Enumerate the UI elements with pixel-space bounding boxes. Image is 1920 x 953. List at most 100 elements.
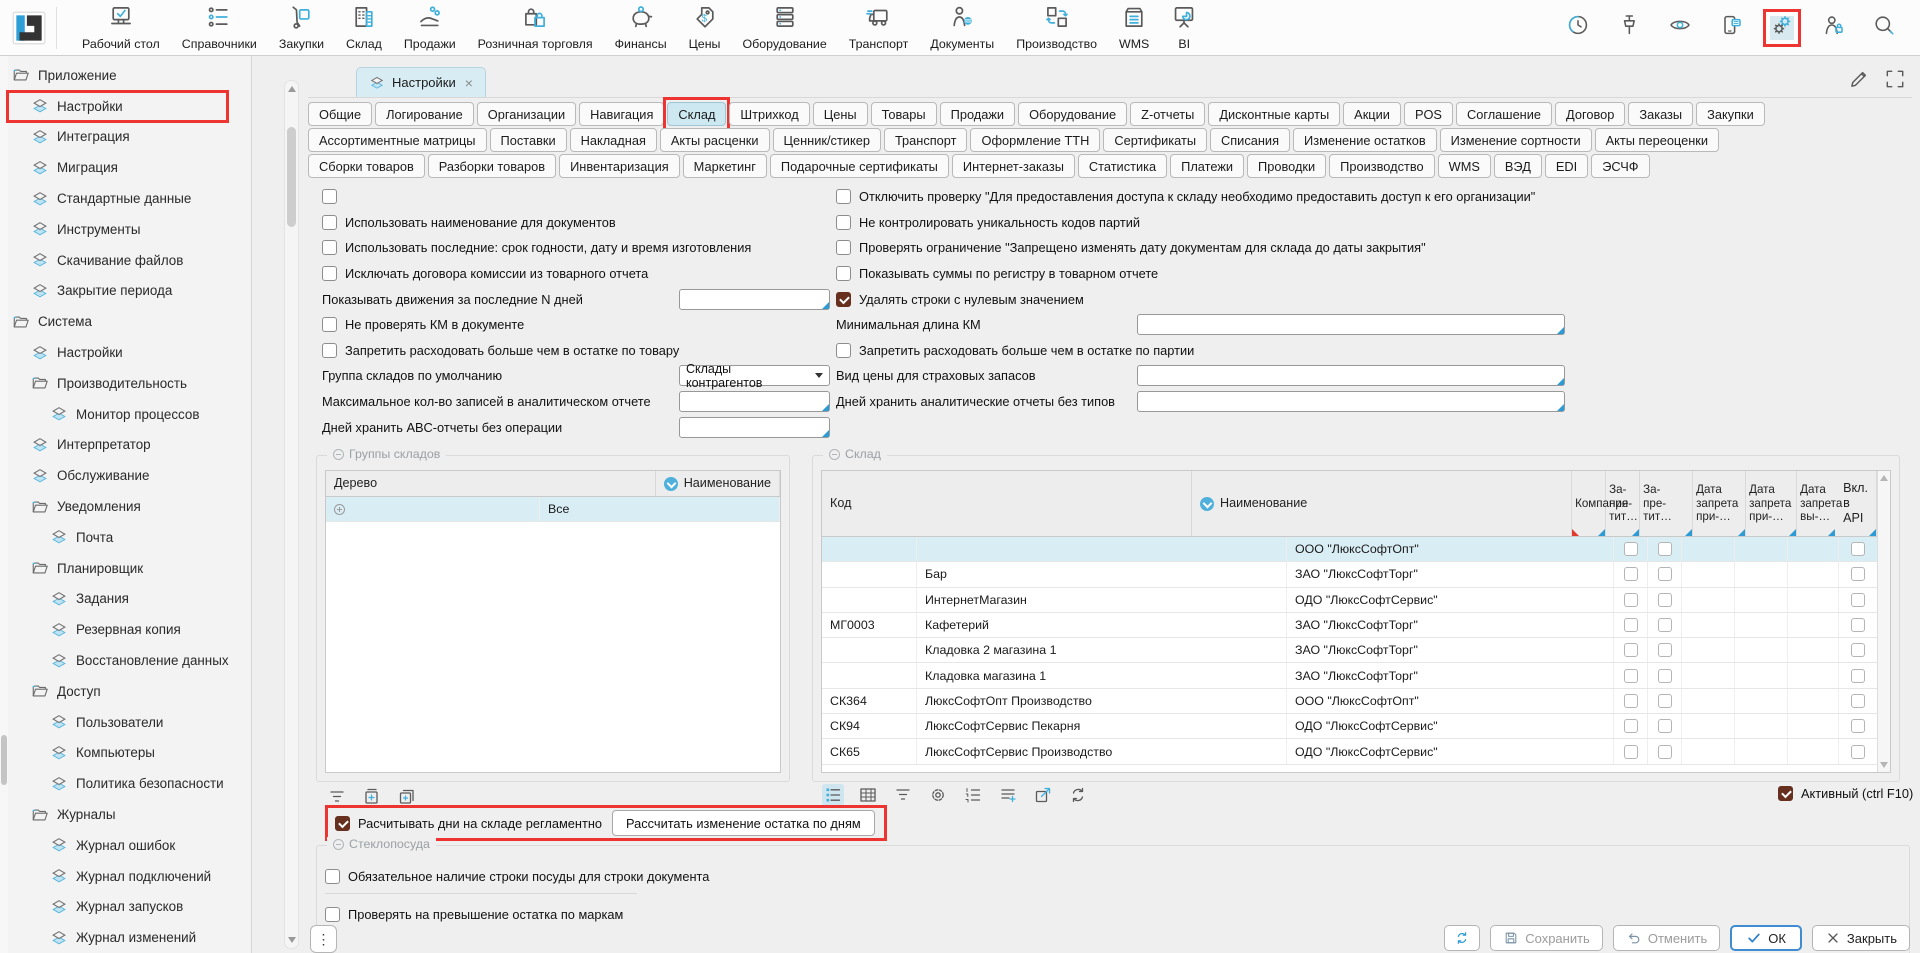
tab[interactable]: Ассортиментные матрицы [308, 128, 487, 152]
export-icon[interactable] [1032, 784, 1054, 806]
module-button[interactable]: Документы [919, 0, 1005, 55]
tab[interactable]: Склад [667, 102, 726, 126]
sidebar-item[interactable]: Политика безопасности [0, 768, 251, 799]
sidebar-item[interactable]: Интерпретатор [0, 430, 251, 461]
module-button[interactable]: Производство [1005, 0, 1108, 55]
table-row[interactable]: СК364 ЛюксСофтОпт Производство ООО "Люкс… [822, 689, 1877, 714]
show-register-sums-checkbox[interactable] [836, 266, 851, 281]
expand-node-icon[interactable] [334, 504, 345, 515]
tab[interactable]: Интернет-заказы [952, 154, 1075, 178]
api-enabled-checkbox[interactable] [1851, 719, 1865, 733]
restrict-issue-checkbox[interactable] [1658, 618, 1672, 632]
restrict-issue-checkbox[interactable] [1658, 643, 1672, 657]
column-header[interactable]: Код [822, 471, 1192, 536]
api-enabled-checkbox[interactable] [1851, 643, 1865, 657]
sidebar-item[interactable]: Производительность [0, 368, 251, 399]
check-date-restriction-checkbox[interactable] [836, 240, 851, 255]
quick-action-button[interactable] [1566, 16, 1590, 40]
restrict-date-cell[interactable] [1788, 714, 1839, 738]
tab[interactable]: Акции [1343, 102, 1401, 126]
sidebar-item[interactable]: Задания [0, 584, 251, 615]
module-button[interactable]: Закупки [268, 0, 335, 55]
document-tab-settings[interactable]: Настройки × [356, 67, 486, 97]
restrict-date-cell[interactable] [1682, 613, 1735, 637]
scroll-down-icon[interactable] [1880, 762, 1888, 768]
sidebar-item[interactable]: Восстановление данных [0, 645, 251, 676]
restrict-receipt-checkbox[interactable] [1624, 542, 1638, 556]
sidebar-item[interactable]: Планировщик [0, 553, 251, 584]
add-row-icon[interactable] [997, 784, 1019, 806]
restrict-date-cell[interactable] [1682, 663, 1735, 687]
tab[interactable]: ВЭД [1494, 154, 1542, 178]
sidebar-item[interactable]: Журнал изменений [0, 922, 251, 953]
sort-icon[interactable] [664, 477, 678, 491]
tab[interactable]: Соглашение [1456, 102, 1552, 126]
sidebar-item[interactable]: Компьютеры [0, 738, 251, 769]
forbid-overspend-by-item-checkbox[interactable] [322, 343, 337, 358]
quick-action-button[interactable] [1770, 16, 1794, 40]
quick-action-button[interactable] [1821, 16, 1845, 40]
tab[interactable]: Товары [871, 102, 937, 126]
use-last-expiry-checkbox[interactable] [322, 240, 337, 255]
restrict-date-cell[interactable] [1735, 613, 1788, 637]
disable-access-check-checkbox[interactable] [836, 189, 851, 204]
module-button[interactable]: Рабочий стол [71, 0, 171, 55]
restrict-issue-checkbox[interactable] [1658, 593, 1672, 607]
restrict-date-cell[interactable] [1788, 588, 1839, 612]
sidebar-item[interactable]: Миграция [0, 152, 251, 183]
tab[interactable]: Ценник/стикер [773, 128, 881, 152]
delete-zero-rows-checkbox[interactable] [836, 292, 851, 307]
table-row[interactable]: Все [326, 497, 780, 522]
sidebar-item[interactable]: Резервная копия [0, 614, 251, 645]
tab[interactable]: Акты расценки [660, 128, 770, 152]
restrict-date-cell[interactable] [1735, 638, 1788, 662]
api-enabled-checkbox[interactable] [1851, 593, 1865, 607]
calc-balance-change-button[interactable]: Рассчитать изменение остатка по дням [612, 810, 875, 836]
app-logo[interactable] [10, 9, 48, 47]
api-enabled-checkbox[interactable] [1851, 694, 1865, 708]
restrict-date-cell[interactable] [1682, 638, 1735, 662]
tab[interactable]: Разборки товаров [428, 154, 556, 178]
restrict-date-cell[interactable] [1788, 689, 1839, 713]
api-enabled-checkbox[interactable] [1851, 542, 1865, 556]
restrict-date-cell[interactable] [1735, 689, 1788, 713]
default-warehouse-group-select[interactable]: Склады контрагентов [679, 365, 830, 386]
close-tab-icon[interactable]: × [465, 75, 473, 91]
restrict-date-cell[interactable] [1682, 689, 1735, 713]
scroll-down-icon[interactable] [288, 937, 296, 943]
tab[interactable]: Дисконтные карты [1208, 102, 1340, 126]
tab[interactable]: EDI [1545, 154, 1588, 178]
module-button[interactable]: $ Цены [678, 0, 732, 55]
tab[interactable]: Подарочные сертификаты [770, 154, 949, 178]
api-enabled-checkbox[interactable] [1851, 618, 1865, 632]
tab[interactable]: Инвентаризация [559, 154, 680, 178]
tab[interactable]: Общие [308, 102, 372, 126]
ok-button[interactable]: ОК [1730, 925, 1802, 951]
tab[interactable]: Закупки [1696, 102, 1765, 126]
sidebar-item[interactable]: Журналы [0, 799, 251, 830]
abc-report-days-input[interactable] [679, 417, 830, 438]
max-analytic-records-input[interactable] [679, 391, 830, 412]
reload-table-icon[interactable] [1067, 784, 1089, 806]
calc-days-checkbox[interactable] [335, 816, 350, 831]
tab[interactable]: Сборки товаров [308, 154, 425, 178]
tab[interactable]: Организации [477, 102, 576, 126]
sort-icon[interactable] [1200, 497, 1214, 511]
column-header[interactable]: Наименование [1192, 471, 1572, 536]
refresh-button[interactable] [1444, 925, 1480, 951]
content-scrollbar[interactable] [284, 80, 299, 949]
table-row[interactable]: ООО "ЛюксСофтОпт" [822, 537, 1877, 562]
edit-icon[interactable] [1848, 68, 1870, 90]
module-button[interactable]: Продажи [393, 0, 467, 55]
tab[interactable]: Заказы [1628, 102, 1693, 126]
sidebar-item[interactable]: Уведомления [0, 491, 251, 522]
tab[interactable]: Договор [1555, 102, 1625, 126]
restrict-issue-checkbox[interactable] [1658, 719, 1672, 733]
restrict-receipt-checkbox[interactable] [1624, 618, 1638, 632]
column-header[interactable]: За- пре- тит… [1606, 471, 1640, 536]
module-button[interactable]: Склад [335, 0, 393, 55]
tab[interactable]: ЭСЧФ [1591, 154, 1649, 178]
scroll-up-icon[interactable] [288, 86, 296, 92]
cancel-button[interactable]: Отменить [1613, 925, 1720, 951]
tab[interactable]: Платежи [1170, 154, 1244, 178]
